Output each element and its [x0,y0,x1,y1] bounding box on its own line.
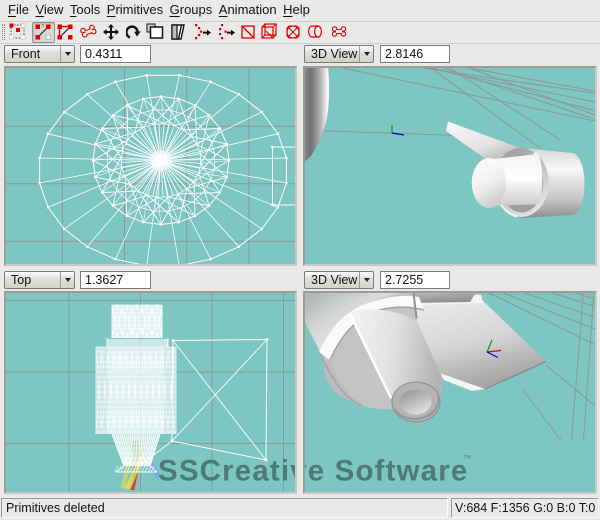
svg-text:SSCreative Software: SSCreative Software [158,455,295,488]
svg-text:™: ™ [463,453,472,463]
svg-text:SSCreative Software: SSCreative Software [305,455,468,488]
